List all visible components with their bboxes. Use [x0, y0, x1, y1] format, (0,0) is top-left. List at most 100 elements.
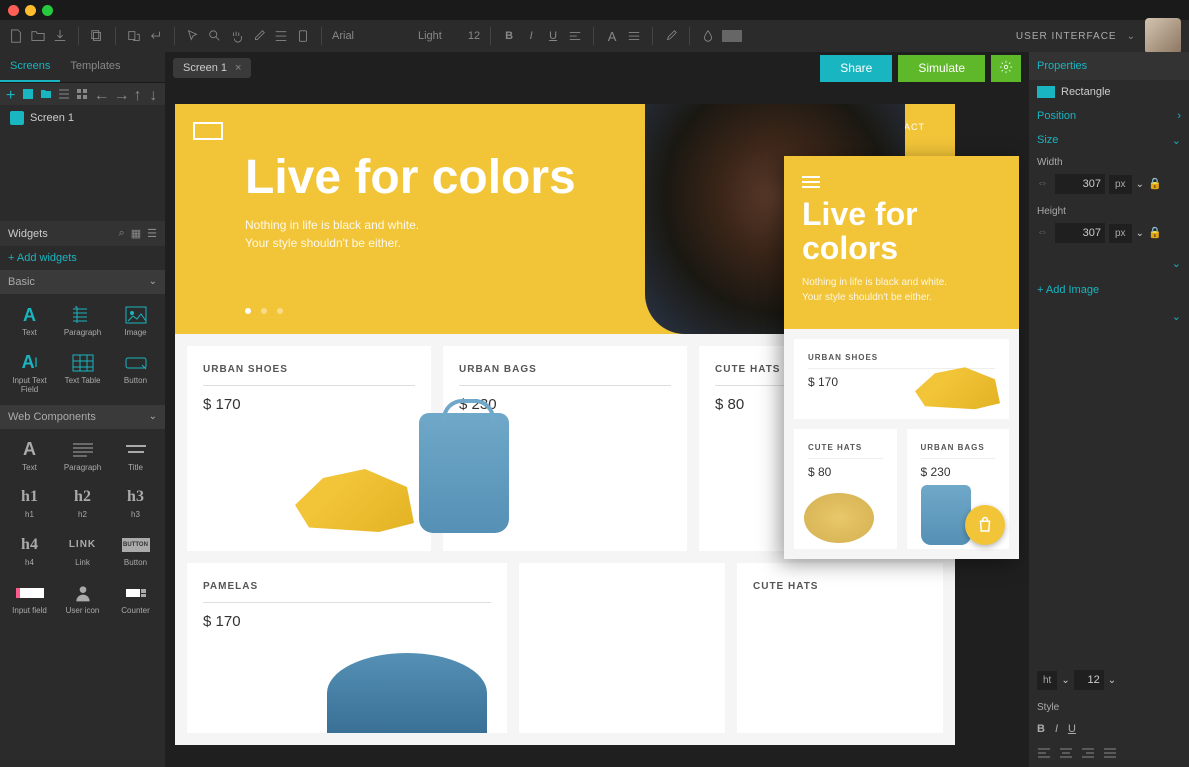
style-bold[interactable]: B [1037, 723, 1045, 735]
font-family-select[interactable]: Arial [332, 30, 392, 42]
widget-web-paragraph[interactable]: Paragraph [57, 433, 108, 479]
share-button[interactable]: Share [820, 55, 892, 82]
arrow-left-icon[interactable]: ← [94, 87, 108, 101]
mobile-card-shoes[interactable]: URBAN SHOES $ 170 [794, 339, 1009, 419]
product-card-empty[interactable] [519, 563, 725, 733]
simulate-button[interactable]: Simulate [898, 55, 985, 82]
section-collapse-2[interactable]: ⌄ [1029, 304, 1189, 329]
widget-user-icon[interactable]: User icon [57, 576, 108, 622]
align-center-icon[interactable] [1059, 747, 1073, 761]
link-icon[interactable]: ⇔ [1037, 226, 1051, 240]
link-icon[interactable]: ⇔ [1037, 177, 1051, 191]
widget-web-button[interactable]: BUTTONButton [110, 528, 161, 574]
open-folder-icon[interactable] [30, 28, 46, 44]
tab-screens[interactable]: Screens [0, 52, 60, 82]
lock-icon[interactable]: 🔒 [1148, 226, 1162, 240]
underline-button[interactable]: U [545, 28, 561, 44]
download-icon[interactable] [52, 28, 68, 44]
user-avatar[interactable] [1145, 18, 1181, 54]
maximize-window-button[interactable] [42, 5, 53, 16]
product-card-cute-hats-2[interactable]: CUTE HATS [737, 563, 943, 733]
arrow-right-icon[interactable]: → [114, 87, 128, 101]
close-tab-icon[interactable]: × [235, 62, 241, 74]
widget-text[interactable]: AText [4, 298, 55, 344]
widget-h2[interactable]: h2h2 [57, 480, 108, 526]
text-color-button[interactable]: A [604, 28, 620, 44]
height-input[interactable] [1055, 223, 1105, 243]
widget-input-field[interactable]: Input field [4, 576, 55, 622]
arrow-up-icon[interactable]: ↑ [134, 87, 144, 101]
category-basic[interactable]: Basic ⌄ [0, 270, 165, 294]
mobile-card-hats[interactable]: CUTE HATS $ 80 [794, 429, 897, 549]
category-web-components[interactable]: Web Components ⌄ [0, 405, 165, 429]
align-right-icon[interactable] [1081, 747, 1095, 761]
duplicate-icon[interactable] [126, 28, 142, 44]
widget-link[interactable]: LINKLink [57, 528, 108, 574]
add-screen-icon[interactable]: + [6, 87, 16, 101]
shape-color-swatch[interactable] [1037, 86, 1055, 98]
brush-icon[interactable] [663, 28, 679, 44]
widgets-grid-icon[interactable]: ▦ [131, 227, 141, 240]
eyedropper-icon[interactable] [251, 28, 267, 44]
align-icon[interactable] [273, 28, 289, 44]
product-card-shoes[interactable]: URBAN SHOES $ 170 [187, 346, 431, 551]
font-size-select[interactable]: 12 [468, 30, 480, 42]
style-italic[interactable]: I [1055, 723, 1058, 735]
fill-color-swatch[interactable] [722, 30, 742, 42]
folder-icon[interactable] [40, 87, 52, 101]
section-size[interactable]: Size⌄ [1029, 128, 1189, 153]
widget-h1[interactable]: h1h1 [4, 480, 55, 526]
cart-fab-button[interactable] [965, 505, 1005, 545]
widget-image[interactable]: Image [110, 298, 161, 344]
section-collapse[interactable]: ⌄ [1029, 251, 1189, 276]
drop-icon[interactable] [700, 28, 716, 44]
section-position[interactable]: Position› [1029, 104, 1189, 128]
close-window-button[interactable] [8, 5, 19, 16]
device-icon[interactable] [295, 28, 311, 44]
align-justify-icon[interactable] [1103, 747, 1117, 761]
add-widgets-link[interactable]: + Add widgets [0, 246, 165, 270]
widget-web-title[interactable]: Title [110, 433, 161, 479]
widget-h4[interactable]: h4h4 [4, 528, 55, 574]
search-widgets-icon[interactable]: ⌕ [119, 227, 125, 240]
minimize-window-button[interactable] [25, 5, 36, 16]
line-height-input[interactable] [1074, 670, 1104, 690]
bold-button[interactable]: B [501, 28, 517, 44]
add-image-link[interactable]: + Add Image [1029, 276, 1189, 304]
product-card-bags[interactable]: URBAN BAGS $ 230 [443, 346, 687, 551]
width-input[interactable] [1055, 174, 1105, 194]
widget-h3[interactable]: h3h3 [110, 480, 161, 526]
screen-item[interactable]: Screen 1 [0, 105, 165, 131]
list-icon[interactable] [58, 87, 70, 101]
hamburger-icon[interactable] [802, 176, 820, 178]
align-left-icon[interactable] [1037, 747, 1051, 761]
lock-icon[interactable]: 🔒 [1148, 177, 1162, 191]
style-underline[interactable]: U [1068, 723, 1076, 735]
text-align-icon[interactable] [567, 28, 583, 44]
height-unit[interactable]: px [1109, 224, 1132, 243]
widget-counter[interactable]: Counter [110, 576, 161, 622]
settings-button[interactable] [991, 55, 1021, 82]
new-file-icon[interactable] [8, 28, 24, 44]
shape-row[interactable]: Rectangle [1029, 80, 1189, 104]
widgets-list-icon[interactable]: ☰ [147, 227, 157, 240]
pointer-icon[interactable] [185, 28, 201, 44]
return-icon[interactable] [148, 28, 164, 44]
width-unit[interactable]: px [1109, 175, 1132, 194]
widget-input-text-field[interactable]: A|Input Text Field [4, 346, 55, 401]
widget-paragraph[interactable]: Paragraph [57, 298, 108, 344]
ui-mode-label[interactable]: USER INTERFACE [1016, 31, 1117, 42]
arrow-down-icon[interactable]: ↓ [149, 87, 159, 101]
widget-text-table[interactable]: Text Table [57, 346, 108, 401]
copy-icon[interactable] [89, 28, 105, 44]
widget-web-text[interactable]: AText [4, 433, 55, 479]
widget-button[interactable]: Button [110, 346, 161, 401]
mobile-mockup[interactable]: Live for colors Nothing in life is black… [784, 156, 1019, 559]
grid-icon[interactable] [76, 87, 88, 101]
page-icon[interactable] [22, 87, 34, 101]
text-options-icon[interactable] [626, 28, 642, 44]
italic-button[interactable]: I [523, 28, 539, 44]
product-card-pamelas[interactable]: PAMELAS $ 170 [187, 563, 507, 733]
ui-mode-chevron-icon[interactable]: ⌄ [1127, 31, 1135, 42]
hand-icon[interactable] [229, 28, 245, 44]
